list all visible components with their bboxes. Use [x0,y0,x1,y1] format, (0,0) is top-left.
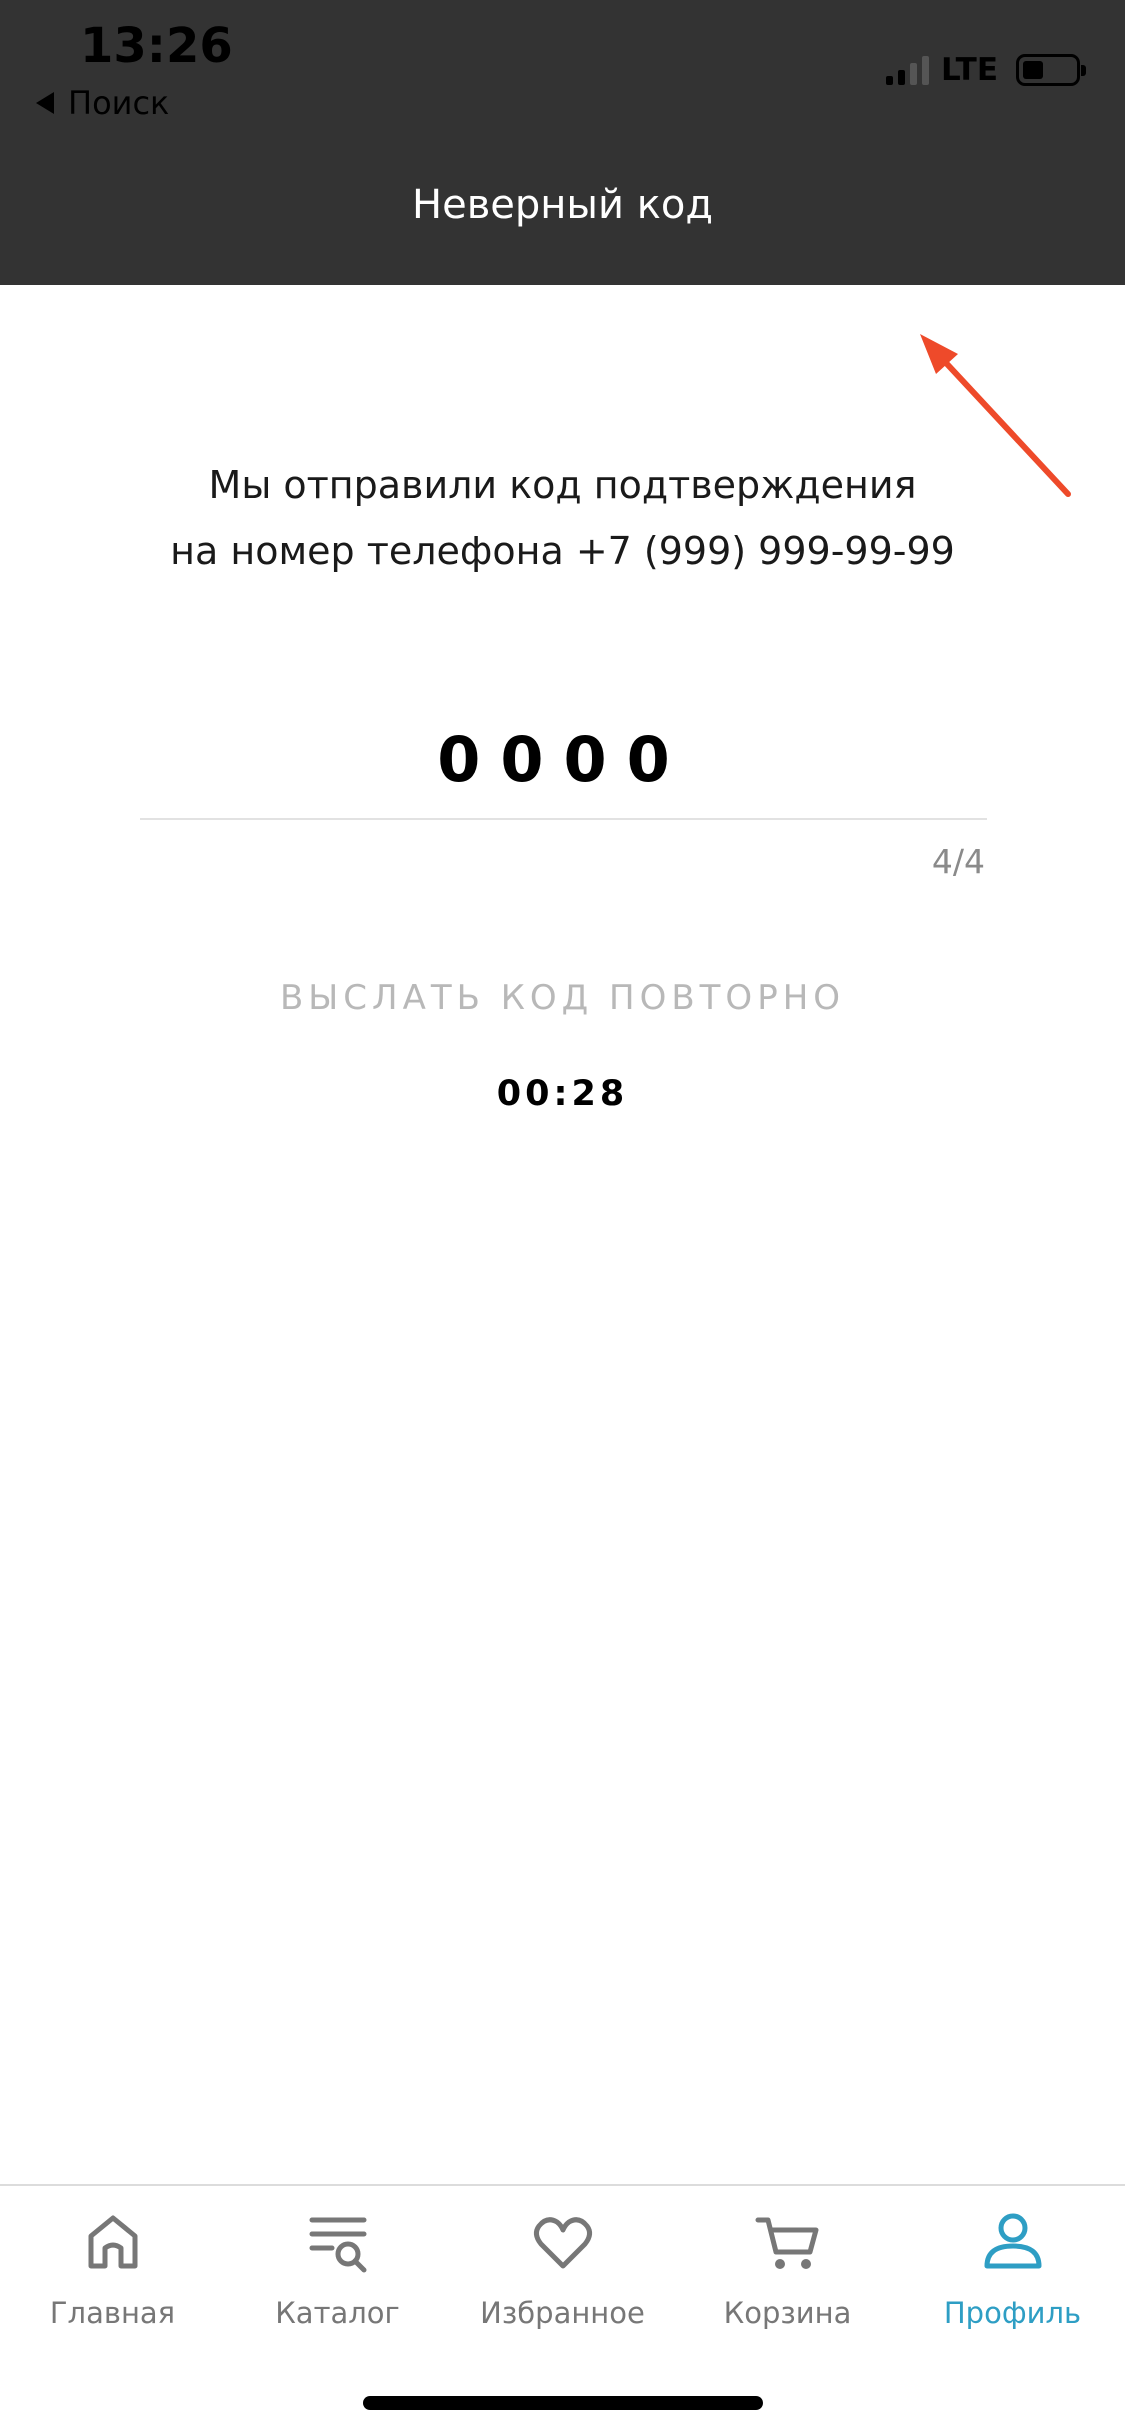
code-input[interactable] [140,700,987,820]
back-to-search-link[interactable]: Поиск [36,84,169,122]
home-indicator [363,2396,763,2410]
verification-message: Мы отправили код подтверждения на номер … [0,452,1125,584]
signal-icon [886,55,930,85]
tab-catalog-label: Каталог [275,2296,400,2330]
tab-home[interactable]: Главная [0,2206,225,2330]
tab-profile[interactable]: Профиль [900,2206,1125,2330]
tab-cart[interactable]: Корзина [675,2206,900,2330]
resend-code-button[interactable]: ВЫСЛАТЬ КОД ПОВТОРНО [0,978,1125,1018]
tab-profile-label: Профиль [943,2296,1082,2330]
home-icon [88,2215,137,2269]
tab-favorites[interactable]: Избранное [450,2206,675,2330]
message-line-2: на номер телефона +7 (999) 999-99-99 [170,529,955,573]
message-line-1: Мы отправили код подтверждения [208,463,917,507]
navigation-header: 13:26 Поиск LTE Неверный код [0,0,1125,285]
back-link-label: Поиск [68,84,170,122]
resend-timer: 00:28 [496,1074,629,1114]
network-type: LTE [941,52,998,88]
profile-icon [984,2213,1041,2269]
status-indicators: LTE [886,52,1086,88]
status-time: 13:26 [80,18,233,74]
heart-icon [533,2217,592,2269]
tab-favorites-label: Избранное [480,2296,645,2330]
tab-cart-label: Корзина [723,2296,852,2330]
back-arrow-icon [36,92,54,114]
tab-catalog[interactable]: Каталог [225,2206,450,2330]
battery-icon [1016,54,1086,86]
cart-icon [755,2217,818,2269]
catalog-icon [309,2217,366,2273]
page-title: Неверный код [412,182,713,228]
code-length-counter: 4/4 [931,842,985,881]
tab-home-label: Главная [49,2296,176,2330]
